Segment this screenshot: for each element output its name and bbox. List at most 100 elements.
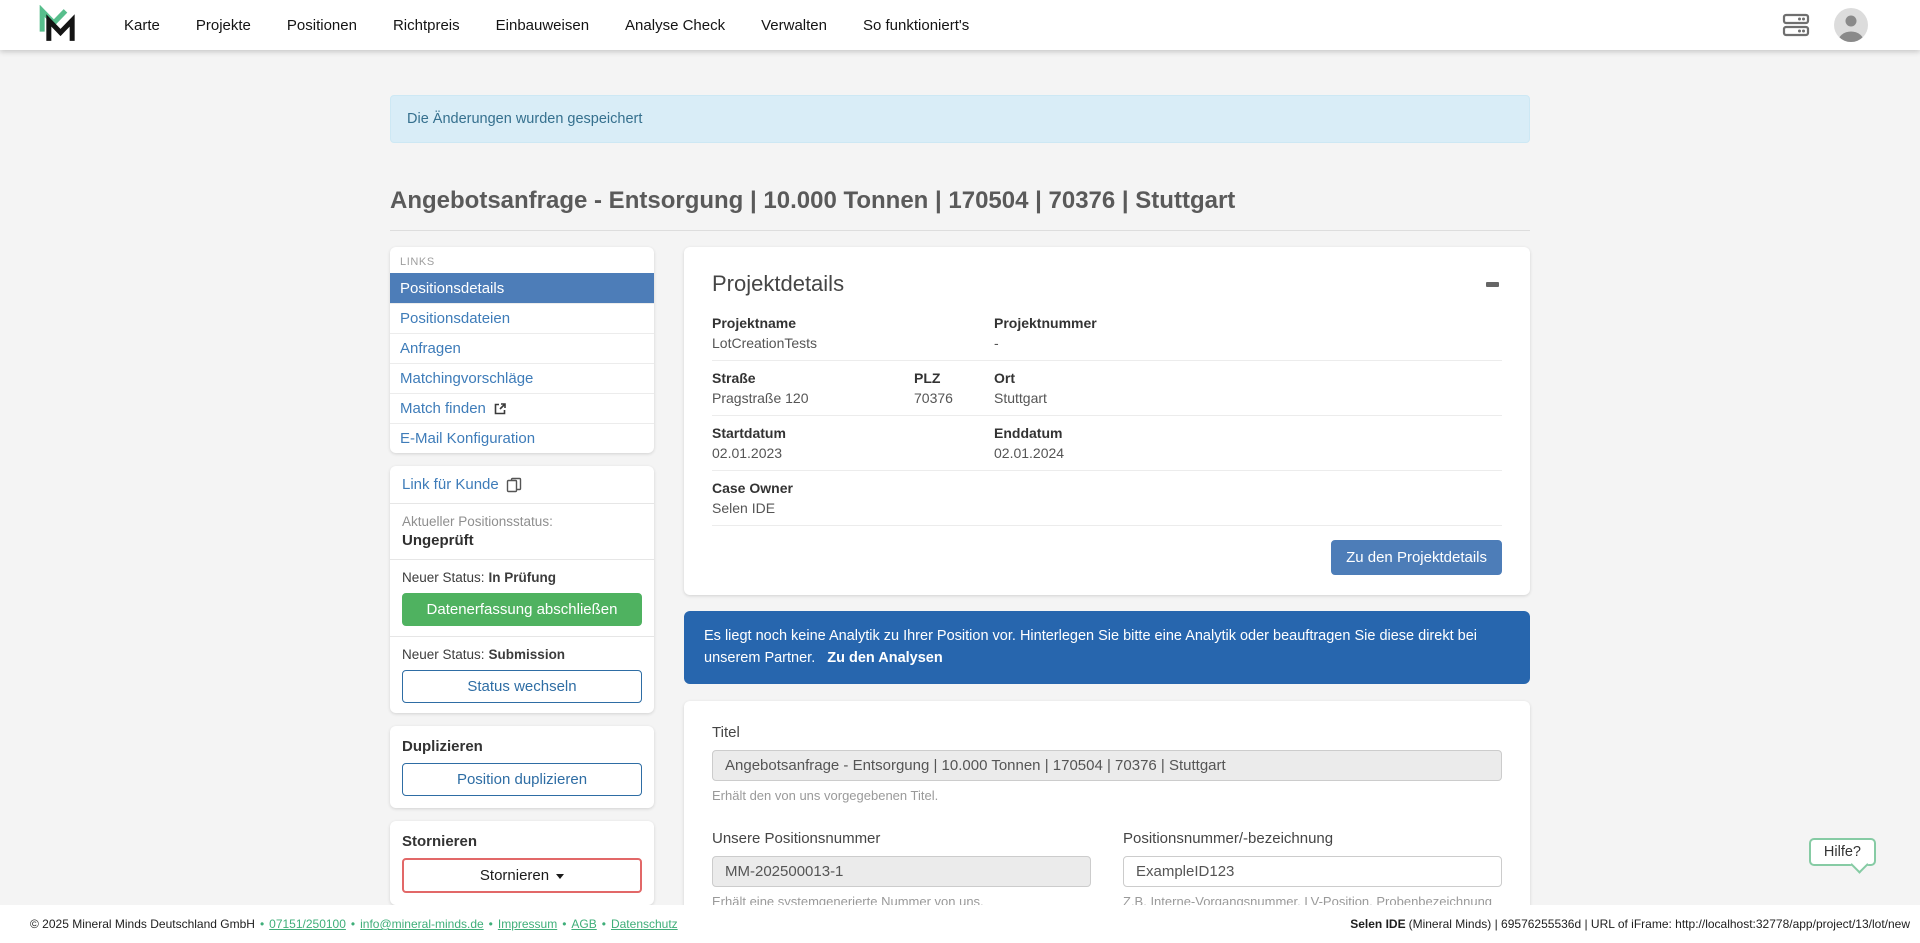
complete-data-entry-button[interactable]: Datenerfassung abschließen <box>402 593 642 626</box>
new-status-line-2: Neuer Status: Submission <box>402 647 642 662</box>
sidebar-item-anfragen[interactable]: Anfragen <box>390 333 654 363</box>
sidebar-item-positionsdetails[interactable]: Positionsdetails <box>390 273 654 303</box>
main-nav: Karte Projekte Positionen Richtpreis Ein… <box>124 17 969 34</box>
sidebar-item-label: Positionsdateien <box>400 310 510 327</box>
nav-item-einbauweisen[interactable]: Einbauweisen <box>496 17 589 34</box>
title-field-label: Titel <box>712 724 1502 741</box>
page-container: Die Änderungen wurden gespeichert Angebo… <box>390 0 1530 937</box>
field-startdatum: Startdatum 02.01.2023 <box>712 425 994 461</box>
divider <box>390 503 654 504</box>
nav-item-positionen[interactable]: Positionen <box>287 17 357 34</box>
project-row-dates: Startdatum 02.01.2023 Enddatum 02.01.202… <box>712 416 1502 471</box>
footer-separator: • <box>351 917 355 931</box>
nav-item-so-funktionierts[interactable]: So funktioniert's <box>863 17 969 34</box>
project-row-name-number: Projektname LotCreationTests Projektnumm… <box>712 313 1502 361</box>
nav-item-projekte[interactable]: Projekte <box>196 17 251 34</box>
sidebar-item-label: Positionsdetails <box>400 280 504 297</box>
cancel-card-title: Stornieren <box>402 833 642 850</box>
position-number-field[interactable] <box>1123 856 1502 887</box>
project-row-case-owner: Case Owner Selen IDE <box>712 471 1502 526</box>
new-status-label: Neuer Status: <box>402 647 485 662</box>
main-content: Projektdetails Projektname LotCreationTe… <box>684 247 1530 937</box>
sidebar-item-positionsdateien[interactable]: Positionsdateien <box>390 303 654 333</box>
sidebar-item-match-finden[interactable]: Match finden <box>390 393 654 423</box>
server-icon[interactable] <box>1782 13 1810 37</box>
title-field-hint: Erhält den von uns vorgegebenen Titel. <box>712 788 1502 803</box>
customer-link-label: Link für Kunde <box>402 476 499 493</box>
footer-left: © 2025 Mineral Minds Deutschland GmbH • … <box>30 917 678 931</box>
footer-link-agb[interactable]: AGB <box>571 917 596 931</box>
footer-link-datenschutz[interactable]: Datenschutz <box>611 917 678 931</box>
field-projektname: Projektname LotCreationTests <box>712 315 994 351</box>
nav-item-karte[interactable]: Karte <box>124 17 160 34</box>
footer-separator: • <box>489 917 493 931</box>
new-status-line-1: Neuer Status: In Prüfung <box>402 570 642 585</box>
our-position-number-label: Unsere Positionsnummer <box>712 830 1091 847</box>
customer-link[interactable]: Link für Kunde <box>390 476 654 493</box>
footer-session-info: Selen IDE (Mineral Minds) | 69576255536d … <box>1350 917 1910 931</box>
footer: © 2025 Mineral Minds Deutschland GmbH • … <box>0 905 1920 943</box>
footer-link-impressum[interactable]: Impressum <box>498 917 557 931</box>
our-position-number-field <box>712 856 1091 887</box>
banner-text: Es liegt noch keine Analytik zu Ihrer Po… <box>704 628 1477 666</box>
cancel-button-label: Stornieren <box>480 867 549 884</box>
page-title: Angebotsanfrage - Entsorgung | 10.000 To… <box>390 187 1530 231</box>
duplicate-card: Duplizieren Position duplizieren <box>390 726 654 808</box>
footer-separator: • <box>602 917 606 931</box>
alert-message: Die Änderungen wurden gespeichert <box>407 111 642 127</box>
change-status-button[interactable]: Status wechseln <box>402 670 642 703</box>
footer-link-email[interactable]: info@mineral-minds.de <box>360 917 484 931</box>
help-button[interactable]: Hilfe? <box>1809 838 1876 866</box>
go-to-analyses-link[interactable]: Zu den Analysen <box>827 650 942 666</box>
cancel-card: Stornieren Stornieren <box>390 821 654 905</box>
field-enddatum: Enddatum 02.01.2024 <box>994 425 1502 461</box>
new-status-label: Neuer Status: <box>402 570 485 585</box>
user-avatar-icon[interactable] <box>1834 8 1868 42</box>
status-card: Link für Kunde Aktueller Positionsstatus… <box>390 466 654 713</box>
duplicate-position-button[interactable]: Position duplizieren <box>402 763 642 796</box>
divider <box>390 636 654 637</box>
project-row-address: Straße Pragstraße 120 PLZ 70376 Ort Stut… <box>712 361 1502 416</box>
current-status-label: Aktueller Positionsstatus: <box>402 514 642 529</box>
sidebar: LINKS Positionsdetails Positionsdateien … <box>390 247 654 905</box>
new-status-value: In Prüfung <box>489 570 557 585</box>
field-plz: PLZ 70376 <box>914 370 994 406</box>
links-card-header: LINKS <box>390 247 654 273</box>
collapse-minus-icon[interactable] <box>1482 274 1502 294</box>
logo-icon <box>38 5 78 45</box>
footer-user-details: (Mineral Minds) | 69576255536d | URL of … <box>1409 917 1910 931</box>
copy-icon <box>506 477 522 493</box>
top-navbar: Karte Projekte Positionen Richtpreis Ein… <box>0 0 1920 50</box>
nav-item-richtpreis[interactable]: Richtpreis <box>393 17 460 34</box>
sidebar-item-label: Match finden <box>400 400 486 417</box>
sidebar-item-matchingvorschlaege[interactable]: Matchingvorschläge <box>390 363 654 393</box>
new-status-value: Submission <box>489 647 566 662</box>
caret-down-icon <box>556 874 564 879</box>
field-case-owner: Case Owner Selen IDE <box>712 480 1502 516</box>
divider <box>390 559 654 560</box>
mineral-minds-logo[interactable] <box>38 5 78 45</box>
success-alert: Die Änderungen wurden gespeichert <box>390 95 1530 143</box>
sidebar-item-email-konfiguration[interactable]: E-Mail Konfiguration <box>390 423 654 453</box>
project-details-title: Projektdetails <box>712 271 844 297</box>
navbar-right <box>1782 8 1868 42</box>
sidebar-item-label: Matchingvorschläge <box>400 370 533 387</box>
external-link-icon <box>493 402 507 416</box>
footer-separator: • <box>260 917 264 931</box>
our-position-number-group: Unsere Positionsnummer Erhält eine syste… <box>712 830 1091 909</box>
current-status-value: Ungeprüft <box>402 532 642 549</box>
position-form-card: Titel Erhält den von uns vorgegebenen Ti… <box>684 701 1530 937</box>
footer-user-name: Selen IDE <box>1350 917 1405 931</box>
project-details-card: Projektdetails Projektname LotCreationTe… <box>684 247 1530 595</box>
sidebar-item-label: Anfragen <box>400 340 461 357</box>
position-number-group: Positionsnummer/-bezeichnung Z.B. Intern… <box>1123 830 1502 909</box>
position-number-label: Positionsnummer/-bezeichnung <box>1123 830 1502 847</box>
nav-item-verwalten[interactable]: Verwalten <box>761 17 827 34</box>
nav-item-analyse-check[interactable]: Analyse Check <box>625 17 725 34</box>
footer-link-phone[interactable]: 07151/250100 <box>269 917 346 931</box>
go-to-project-details-button[interactable]: Zu den Projektdetails <box>1331 540 1502 575</box>
cancel-dropdown-button[interactable]: Stornieren <box>402 858 642 893</box>
field-ort: Ort Stuttgart <box>994 370 1502 406</box>
field-strasse: Straße Pragstraße 120 <box>712 370 914 406</box>
links-card: LINKS Positionsdetails Positionsdateien … <box>390 247 654 453</box>
